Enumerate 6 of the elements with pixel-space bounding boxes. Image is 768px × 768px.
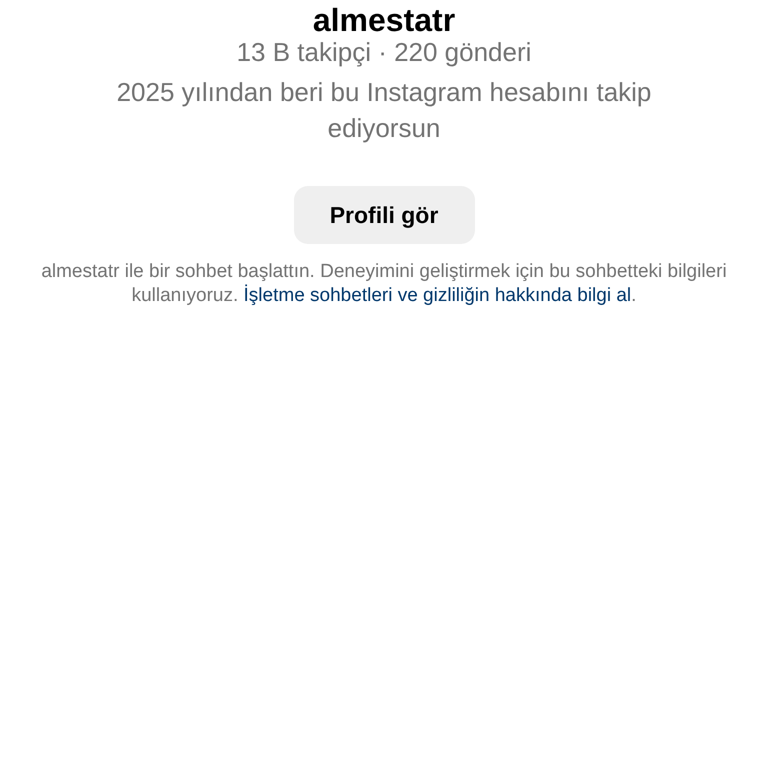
chat-notice-text: almestatr ile bir sohbet başlattın. Deneyimini geliştirmek için bu sohbetteki bilgileri kullanıyoruz. İşletme sohbetleri ve gizliliğin hakkında bilgi al.	[40, 260, 728, 308]
profile-name: almestatr	[312, 2, 456, 38]
view-profile-button[interactable]: Profili gör	[294, 186, 474, 244]
profile-stats: 13 B takipçi · 220 gönderi	[236, 36, 532, 68]
privacy-info-link[interactable]: İşletme sohbetleri ve gizliliğin hakkında bilgi al	[244, 285, 632, 306]
follow-note: 2025 yılından beri bu Instagram hesabını takip ediyorsun	[116, 76, 652, 145]
